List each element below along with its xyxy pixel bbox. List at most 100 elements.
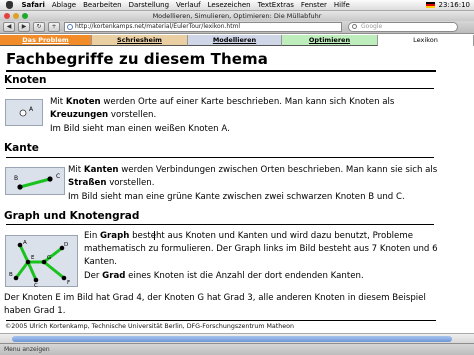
tab-modellieren[interactable]: Modellieren xyxy=(188,35,282,46)
site-globe-icon xyxy=(67,24,73,30)
text-run: Der Knoten E im Bild hat Grad 4, der Kno… xyxy=(4,293,426,303)
text-run: eines Knoten ist die Anzahl der dort end… xyxy=(125,271,364,281)
graph-edge xyxy=(42,260,66,280)
black-node-c xyxy=(47,176,53,182)
graph-label-f: F xyxy=(67,280,70,286)
knoten-paragraph-1: Mit Knoten werden Orte auf einer Karte b… xyxy=(50,96,394,122)
graph-paragraph-1: Ein Graph besteht aus Knoten und Kanten … xyxy=(84,230,438,269)
graph-node xyxy=(33,277,39,283)
input-language-flag-icon[interactable] xyxy=(425,2,435,8)
menu-darstellung[interactable]: Darstellung xyxy=(125,0,172,11)
term-kanten: Kanten xyxy=(83,165,119,175)
graph-node xyxy=(17,242,23,248)
text-run: haben Grad 1. xyxy=(4,306,66,316)
graph-edge xyxy=(14,260,30,280)
section-heading-graph: Graph und Knotengrad xyxy=(4,210,140,222)
page-footer: ©2005 Ulrich Kortenkamp, Technische Univ… xyxy=(5,323,294,330)
address-text: http://kortenkamps.net/material/EulerTou… xyxy=(75,23,241,30)
graph-label-e: E xyxy=(31,255,35,261)
term-kreuzungen: Kreuzungen xyxy=(50,110,109,120)
graph-node xyxy=(13,275,19,281)
text-run: werden Verbindungen zwischen Orten besch… xyxy=(118,165,438,175)
menu-verlauf[interactable]: Verlauf xyxy=(173,0,205,11)
tab-lexikon[interactable]: Lexikon xyxy=(378,35,474,46)
section-divider-kante xyxy=(6,157,434,158)
scrollbar-thumb[interactable] xyxy=(12,336,452,342)
address-field[interactable]: http://kortenkamps.net/material/EulerTou… xyxy=(64,22,342,32)
knoten-node-diagram: A xyxy=(19,106,34,117)
text-run: vorstellen. xyxy=(108,110,157,120)
status-bar: Menu anzeigen xyxy=(0,343,474,355)
text-run: Mit xyxy=(68,165,84,175)
title-divider xyxy=(6,70,436,72)
minimize-window-icon[interactable] xyxy=(13,13,19,19)
graph-edge xyxy=(18,243,30,264)
menu-ablage[interactable]: Ablage xyxy=(48,0,79,11)
graph-paragraph-2: Der Grad eines Knoten ist die Anzahl der… xyxy=(84,270,364,283)
term-grad: Grad xyxy=(102,271,126,281)
term-graph: Graph xyxy=(100,231,130,241)
section-heading-kante: Kante xyxy=(4,142,39,154)
page-title: Fachbegriffe zu diesem Thema xyxy=(6,50,268,68)
menu-lesezeichen[interactable]: Lesezeichen xyxy=(204,0,254,11)
kante-paragraph-2: Im Bild sieht man eine grüne Kante zwisc… xyxy=(68,192,405,202)
term-strassen: Straßen xyxy=(68,178,107,188)
browser-toolbar: ◀ ▶ ↻ + http://kortenkamps.net/material/… xyxy=(0,21,474,34)
graph-label-a: A xyxy=(23,240,27,246)
menu-safari[interactable]: Safari xyxy=(18,0,48,11)
search-icon xyxy=(352,24,357,29)
zoom-window-icon[interactable] xyxy=(22,13,28,19)
tab-schriesheim[interactable]: Schriesheim xyxy=(92,35,188,46)
footer-divider xyxy=(6,320,436,321)
graph-node-e xyxy=(25,259,31,265)
kante-illustration: B C xyxy=(5,167,65,195)
section-heading-knoten: Knoten xyxy=(4,74,47,86)
menu-hilfe[interactable]: Hilfe xyxy=(330,0,353,11)
node-label-a: A xyxy=(29,106,34,113)
text-run: vorstellen. xyxy=(106,178,155,188)
graph-label-c: C xyxy=(34,283,38,288)
node-label-c: C xyxy=(56,173,60,180)
knoten-paragraph-2: Im Bild sieht man einen weißen Knoten A. xyxy=(50,124,230,134)
white-node-a xyxy=(19,109,27,117)
kante-paragraph-1: Mit Kanten werden Verbindungen zwischen … xyxy=(68,164,437,190)
horizontal-scrollbar[interactable] xyxy=(0,333,474,343)
graph-label-g: G xyxy=(47,255,51,261)
text-run: Kanten. xyxy=(84,257,118,267)
node-label-b: B xyxy=(14,175,18,182)
section-divider-graph xyxy=(6,224,434,225)
back-button[interactable]: ◀ xyxy=(3,22,15,32)
graph-edge xyxy=(26,260,38,282)
tab-das-problem[interactable]: Das Problem xyxy=(0,35,92,46)
text-run: Ein xyxy=(84,231,100,241)
text-run: besteht aus Knoten und Kanten und wird d… xyxy=(129,231,413,241)
window-title: Modellieren, Simulieren, Optimieren: Die… xyxy=(152,12,322,20)
graph-label-d: D xyxy=(64,242,68,248)
menu-bar: Safari Ablage Bearbeiten Darstellung Ver… xyxy=(0,0,474,11)
graph-illustration: A B C D E F G xyxy=(5,235,78,289)
menu-bearbeiten[interactable]: Bearbeiten xyxy=(80,0,125,11)
graph-node-g xyxy=(41,259,47,265)
text-run: werden Orte auf einer Karte beschrieben.… xyxy=(100,97,395,107)
site-navigation: Das Problem Schriesheim Modellieren Opti… xyxy=(0,35,474,46)
search-placeholder: Google xyxy=(361,23,383,30)
menu-textextras[interactable]: TextExtras xyxy=(254,0,297,11)
text-run: Der xyxy=(84,271,103,281)
tab-optimieren[interactable]: Optimieren xyxy=(282,35,378,46)
section-divider-knoten xyxy=(6,88,434,89)
close-window-icon[interactable] xyxy=(4,13,10,19)
search-input[interactable]: Google xyxy=(348,22,458,32)
apple-menu-icon[interactable] xyxy=(6,1,13,9)
graph-node xyxy=(61,275,67,281)
graph-label-b: B xyxy=(9,272,13,278)
knoten-illustration: A xyxy=(5,99,43,126)
add-bookmark-button[interactable]: + xyxy=(48,22,60,32)
text-run: Mit xyxy=(50,97,66,107)
menu-clock[interactable]: 23:16:10 xyxy=(439,0,470,11)
graph-paragraph-3: Der Knoten E im Bild hat Grad 4, der Kno… xyxy=(4,292,426,318)
menu-fenster[interactable]: Fenster xyxy=(297,0,330,11)
reload-button[interactable]: ↻ xyxy=(33,22,45,32)
forward-button[interactable]: ▶ xyxy=(18,22,30,32)
text-cursor-icon xyxy=(154,231,157,240)
kante-edge-diagram: B C xyxy=(14,173,60,190)
